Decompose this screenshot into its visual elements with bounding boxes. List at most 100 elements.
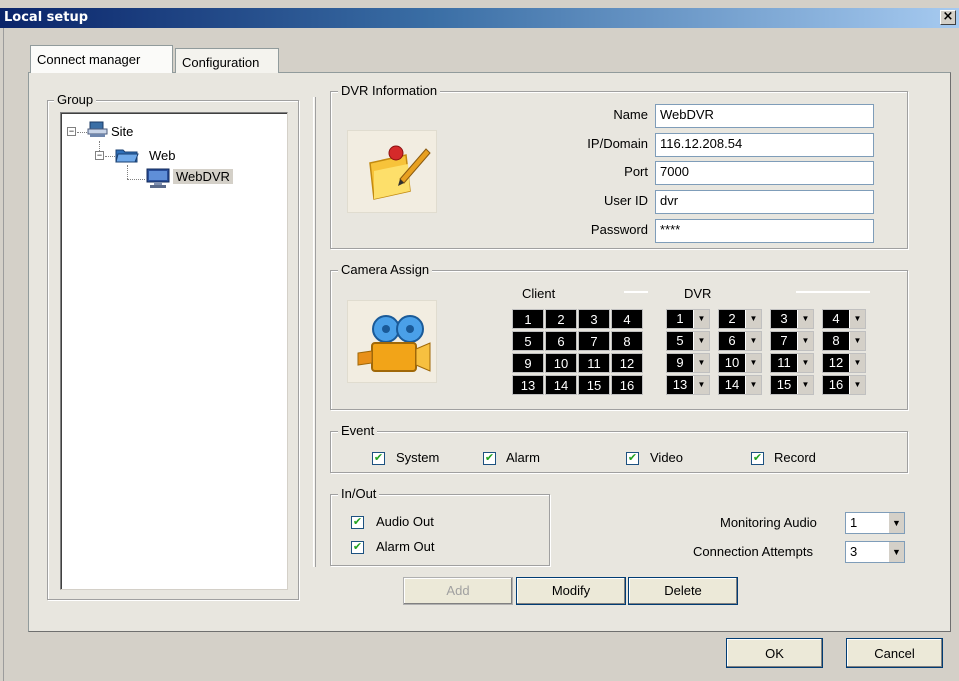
client-camera-cell[interactable]: 16 bbox=[611, 375, 643, 395]
record-checkbox[interactable]: ✔ bbox=[751, 452, 764, 465]
tree-connector bbox=[105, 156, 115, 157]
dvr-camera-select[interactable]: 4 ▼ bbox=[822, 309, 866, 329]
dvr-camera-number: 3 bbox=[771, 310, 797, 328]
tree-item-web[interactable]: Web bbox=[149, 148, 176, 163]
tree-connector bbox=[77, 132, 87, 133]
name-label: Name bbox=[613, 107, 648, 122]
close-button[interactable]: × bbox=[940, 10, 956, 25]
client-camera-cell[interactable]: 4 bbox=[611, 309, 643, 329]
tab-configuration[interactable]: Configuration bbox=[175, 48, 279, 73]
alarm-out-checkbox[interactable]: ✔ bbox=[351, 541, 364, 554]
dvr-camera-number: 14 bbox=[719, 376, 745, 394]
client-camera-cell[interactable]: 10 bbox=[545, 353, 577, 373]
audio-out-label: Audio Out bbox=[376, 514, 434, 529]
client-camera-cell[interactable]: 15 bbox=[578, 375, 610, 395]
chevron-down-icon[interactable]: ▼ bbox=[797, 376, 813, 394]
tab-connect-manager[interactable]: Connect manager bbox=[30, 45, 173, 73]
alarm-checkbox[interactable]: ✔ bbox=[483, 452, 496, 465]
client-camera-cell[interactable]: 12 bbox=[611, 353, 643, 373]
client-camera-cell[interactable]: 3 bbox=[578, 309, 610, 329]
chevron-down-icon[interactable]: ▼ bbox=[693, 310, 709, 328]
record-label: Record bbox=[774, 450, 816, 465]
ip-domain-field[interactable]: 116.12.208.54 bbox=[655, 133, 874, 157]
audio-out-checkbox[interactable]: ✔ bbox=[351, 516, 364, 529]
title-bar[interactable]: Local setup × bbox=[0, 8, 959, 28]
pane-splitter[interactable] bbox=[313, 97, 316, 567]
client-camera-cell[interactable]: 11 bbox=[578, 353, 610, 373]
port-field[interactable]: 7000 bbox=[655, 161, 874, 185]
dvr-camera-select[interactable]: 6 ▼ bbox=[718, 331, 762, 351]
user-id-field[interactable]: dvr bbox=[655, 190, 874, 214]
dvr-monitor-icon bbox=[145, 167, 171, 189]
dvr-camera-select[interactable]: 7 ▼ bbox=[770, 331, 814, 351]
film-camera-icon bbox=[347, 300, 437, 383]
video-checkbox[interactable]: ✔ bbox=[626, 452, 639, 465]
connection-attempts-select[interactable]: 3 ▼ bbox=[845, 541, 905, 563]
chevron-down-icon[interactable]: ▼ bbox=[745, 354, 761, 372]
dvr-camera-number: 12 bbox=[823, 354, 849, 372]
tree-item-webdvr[interactable]: WebDVR bbox=[173, 169, 233, 184]
client-camera-cell[interactable]: 6 bbox=[545, 331, 577, 351]
chevron-down-icon[interactable]: ▼ bbox=[797, 310, 813, 328]
delete-button[interactable]: Delete bbox=[628, 577, 738, 605]
web-collapse-toggle[interactable]: − bbox=[95, 151, 104, 160]
chevron-down-icon[interactable]: ▼ bbox=[849, 376, 865, 394]
chevron-down-icon[interactable]: ▼ bbox=[888, 513, 904, 533]
client-camera-cell[interactable]: 2 bbox=[545, 309, 577, 329]
chevron-down-icon[interactable]: ▼ bbox=[745, 376, 761, 394]
client-camera-cell[interactable]: 7 bbox=[578, 331, 610, 351]
add-button[interactable]: Add bbox=[403, 577, 513, 605]
group-tree[interactable]: − Site − Web WebDVR bbox=[60, 112, 288, 590]
site-collapse-toggle[interactable]: − bbox=[67, 127, 76, 136]
dvr-camera-select[interactable]: 13 ▼ bbox=[666, 375, 710, 395]
chevron-down-icon[interactable]: ▼ bbox=[693, 332, 709, 350]
chevron-down-icon[interactable]: ▼ bbox=[849, 332, 865, 350]
client-camera-cell[interactable]: 5 bbox=[512, 331, 544, 351]
dvr-camera-number: 7 bbox=[771, 332, 797, 350]
dvr-camera-select[interactable]: 8 ▼ bbox=[822, 331, 866, 351]
dvr-camera-select[interactable]: 9 ▼ bbox=[666, 353, 710, 373]
chevron-down-icon[interactable]: ▼ bbox=[745, 332, 761, 350]
dvr-camera-number: 4 bbox=[823, 310, 849, 328]
dvr-camera-select[interactable]: 5 ▼ bbox=[666, 331, 710, 351]
dvr-camera-select[interactable]: 14 ▼ bbox=[718, 375, 762, 395]
password-field[interactable]: **** bbox=[655, 219, 874, 243]
dvr-camera-select[interactable]: 10 ▼ bbox=[718, 353, 762, 373]
modify-button[interactable]: Modify bbox=[516, 577, 626, 605]
alarm-label: Alarm bbox=[506, 450, 540, 465]
client-camera-cell[interactable]: 8 bbox=[611, 331, 643, 351]
video-label: Video bbox=[650, 450, 684, 465]
dvr-camera-number: 5 bbox=[667, 332, 693, 350]
monitoring-audio-select[interactable]: 1 ▼ bbox=[845, 512, 905, 534]
dvr-camera-select[interactable]: 15 ▼ bbox=[770, 375, 814, 395]
name-field[interactable]: WebDVR bbox=[655, 104, 874, 128]
connection-attempts-value: 3 bbox=[850, 544, 858, 559]
window-left-border bbox=[0, 28, 4, 681]
ok-button[interactable]: OK bbox=[726, 638, 823, 668]
client-camera-cell[interactable]: 9 bbox=[512, 353, 544, 373]
group-legend: Group bbox=[54, 92, 97, 107]
cancel-button[interactable]: Cancel bbox=[846, 638, 943, 668]
chevron-down-icon[interactable]: ▼ bbox=[797, 332, 813, 350]
dvr-information-legend: DVR Information bbox=[338, 83, 441, 98]
chevron-down-icon[interactable]: ▼ bbox=[849, 354, 865, 372]
chevron-down-icon[interactable]: ▼ bbox=[888, 542, 904, 562]
chevron-down-icon[interactable]: ▼ bbox=[849, 310, 865, 328]
chevron-down-icon[interactable]: ▼ bbox=[693, 376, 709, 394]
chevron-down-icon[interactable]: ▼ bbox=[693, 354, 709, 372]
client-camera-cell[interactable]: 13 bbox=[512, 375, 544, 395]
dvr-camera-select[interactable]: 16 ▼ bbox=[822, 375, 866, 395]
chevron-down-icon[interactable]: ▼ bbox=[797, 354, 813, 372]
dvr-camera-number: 10 bbox=[719, 354, 745, 372]
chevron-down-icon[interactable]: ▼ bbox=[745, 310, 761, 328]
client-camera-cell[interactable]: 14 bbox=[545, 375, 577, 395]
dvr-camera-select[interactable]: 2 ▼ bbox=[718, 309, 762, 329]
dvr-camera-select[interactable]: 11 ▼ bbox=[770, 353, 814, 373]
dvr-camera-select[interactable]: 1 ▼ bbox=[666, 309, 710, 329]
dvr-camera-select[interactable]: 3 ▼ bbox=[770, 309, 814, 329]
system-checkbox[interactable]: ✔ bbox=[372, 452, 385, 465]
dvr-camera-number: 16 bbox=[823, 376, 849, 394]
tree-item-site[interactable]: Site bbox=[111, 124, 133, 139]
dvr-camera-select[interactable]: 12 ▼ bbox=[822, 353, 866, 373]
client-camera-cell[interactable]: 1 bbox=[512, 309, 544, 329]
